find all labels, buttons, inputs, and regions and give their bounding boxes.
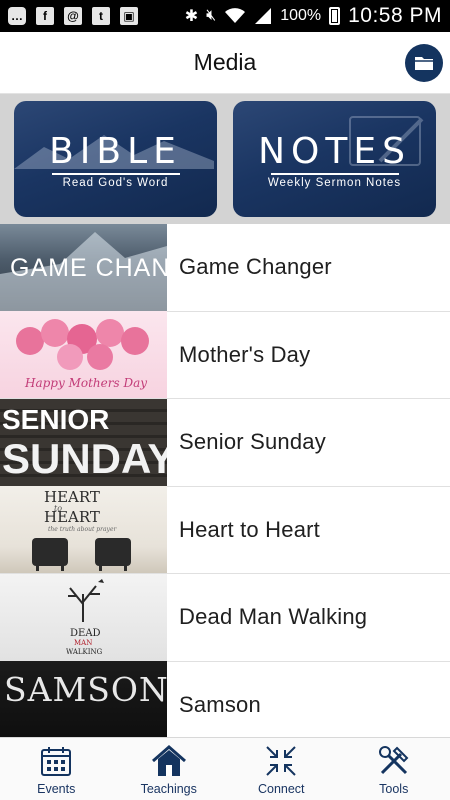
divider [270, 172, 399, 175]
notification-icons: … f @ t ▣ [8, 7, 138, 25]
thumb-text: WALKING [66, 648, 103, 656]
thumb-text: SUNDAY [2, 435, 167, 482]
series-title: Mother's Day [179, 341, 311, 367]
wifi-icon [225, 8, 246, 23]
series-title: Heart to Heart [179, 516, 320, 542]
facebook-icon: f [36, 7, 54, 25]
series-thumbnail: SENIOR SUNDAY [0, 398, 167, 486]
status-bar: … f @ t ▣ ✱ 🔇︎ 100% 10:58 PM [0, 0, 450, 32]
battery-icon [329, 7, 341, 25]
bible-card-title: BIBLE [49, 130, 182, 172]
series-thumbnail: HEART to HEART the truth about prayer [0, 486, 167, 574]
series-title: Game Changer [179, 254, 332, 280]
series-title: Dead Man Walking [179, 604, 368, 630]
nav-label: Connect [257, 781, 305, 796]
divider [51, 172, 180, 175]
series-thumbnail: DEAD MAN WALKING [0, 573, 167, 661]
notes-card-subtitle: Weekly Sermon Notes [267, 176, 402, 189]
clock: 10:58 PM [348, 4, 442, 27]
nav-teachings[interactable]: Teachings [113, 738, 226, 800]
nav-label: Events [37, 781, 76, 796]
folder-icon [415, 57, 433, 70]
voicemail-icon: @ [64, 7, 82, 25]
notes-card[interactable]: NOTES Weekly Sermon Notes [233, 101, 436, 217]
series-title: Senior Sunday [179, 429, 326, 455]
bible-card-subtitle: Read God's Word [62, 176, 169, 189]
page-title: Media [193, 49, 257, 75]
series-thumbnail: Happy Mothers Day [0, 311, 167, 399]
list-item[interactable]: Happy Mothers Day Mother's Day [0, 311, 450, 399]
mute-icon: 🔇︎ [206, 7, 217, 24]
thumb-text: SAMSON [4, 670, 167, 709]
nav-connect[interactable]: Connect [225, 738, 338, 800]
house-icon [151, 743, 187, 779]
calendar-icon [38, 743, 74, 779]
app-header: Media [0, 32, 450, 94]
roses-graphic: Happy Mothers Day [16, 319, 149, 390]
tools-icon [376, 743, 412, 779]
bible-card[interactable]: BIBLE Read God's Word [14, 101, 217, 217]
bottom-nav: Events Teachings Connect Tools [0, 737, 450, 800]
thumb-text: HEART [44, 508, 100, 526]
nav-label: Teachings [140, 781, 197, 796]
nav-events[interactable]: Events [0, 738, 113, 800]
photo-icon: ▣ [120, 7, 138, 25]
tree-graphic: DEAD MAN WALKING [66, 578, 104, 656]
arrows-inward-icon [263, 743, 299, 779]
signal-icon [255, 8, 272, 24]
thumb-text: GAME CHANGER [10, 254, 167, 282]
notes-card-title: NOTES [258, 130, 411, 172]
series-thumbnail: GAME CHANGER [0, 224, 167, 311]
list-item[interactable]: HEART to HEART the truth about prayer He… [0, 486, 450, 574]
nav-tools[interactable]: Tools [338, 738, 450, 800]
series-title: Samson [179, 691, 261, 717]
thumb-text: DEAD [70, 628, 101, 639]
samson-graphic: SAMSON [4, 670, 167, 709]
battery-percent: 100% [280, 7, 322, 24]
series-list: GAME CHANGER Game Changer Happy Mothers … [0, 224, 450, 737]
twitter-icon: t [92, 7, 110, 25]
chairs-graphic: HEART to HEART the truth about prayer [32, 488, 131, 572]
messages-icon: … [8, 7, 26, 25]
list-item[interactable]: GAME CHANGER Game Changer [0, 224, 450, 312]
thumb-text: HEART [44, 488, 100, 506]
bluetooth-icon: ✱ [184, 8, 199, 25]
mountain-graphic: GAME CHANGER [0, 231, 167, 311]
list-item[interactable]: SENIOR SUNDAY Senior Sunday [0, 398, 450, 487]
thumb-text: Happy Mothers Day [24, 376, 147, 390]
senior-graphic: SENIOR SUNDAY [2, 404, 167, 482]
list-item[interactable]: DEAD MAN WALKING Dead Man Walking [0, 573, 450, 662]
folder-button[interactable] [405, 44, 443, 82]
list-item[interactable]: SAMSON Samson [0, 661, 450, 737]
thumb-text: MAN [74, 639, 92, 647]
nav-label: Tools [379, 781, 409, 796]
thumb-subtext: the truth about prayer [48, 526, 117, 533]
thumb-text: SENIOR [2, 404, 109, 435]
quick-links: BIBLE Read God's Word NOTES Weekly Sermo… [0, 94, 450, 224]
series-thumbnail: SAMSON [0, 661, 167, 737]
